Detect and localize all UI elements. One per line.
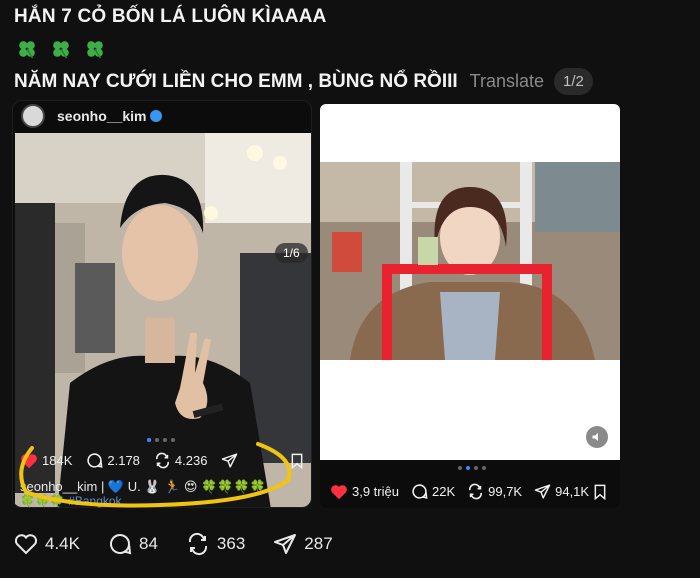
four-leaf-clover-icon [19, 41, 35, 59]
username[interactable]: seonho__kim [57, 108, 146, 124]
like-count: 184K [42, 453, 73, 468]
post-text-line3: NĂM NAY CƯỚI LIỀN CHO EMM , BÙNG NỔ RỒII… [14, 68, 593, 95]
caption-emoji: 🍀🍀🍀 [20, 494, 65, 508]
heart-outline-icon [14, 534, 38, 555]
carousel-dots [147, 438, 175, 442]
like-count: 3,9 triệu [352, 484, 399, 499]
post-like-button[interactable]: 4.4K [14, 533, 80, 555]
post-action-bar: 4.4K 84 363 287 [14, 532, 361, 556]
post-repost-button[interactable]: 363 [186, 532, 245, 556]
bookmark-icon [292, 453, 303, 469]
left-card-caption-line2: 🍀🍀🍀 #Bangkok [20, 494, 122, 508]
right-card-actions: 3,9 triệu 22K 99,7K 94,1K [330, 483, 607, 500]
post-text-line3-content: NĂM NAY CƯỚI LIỀN CHO EMM , BÙNG NỔ RỒII… [14, 70, 458, 92]
post-comment-count: 84 [138, 534, 158, 553]
comment-icon [109, 534, 132, 555]
repost-icon [155, 452, 169, 469]
heart-filled-icon [21, 453, 37, 468]
post-text-line1: HẮN 7 CỎ BỐN LÁ LUÔN KÌAAAA [14, 6, 327, 27]
like-button[interactable]: 184K [20, 453, 72, 469]
bookmark-button[interactable] [290, 453, 304, 469]
repost-icon [469, 483, 483, 500]
share-count: 94,1K [555, 484, 590, 499]
photo-counter-badge: 1/6 [275, 243, 308, 263]
share-button[interactable]: 94,1K [534, 483, 589, 500]
comment-icon [412, 484, 428, 499]
clover-emoji-row [16, 38, 106, 60]
repost-button[interactable]: 4.236 [154, 452, 208, 469]
bookmark-button[interactable] [593, 484, 607, 500]
four-leaf-clover-icon [87, 41, 103, 59]
post-share-button[interactable]: 287 [273, 532, 333, 556]
share-button[interactable] [221, 452, 238, 469]
repost-icon [188, 532, 207, 556]
comment-button[interactable]: 22K [411, 483, 455, 500]
heart-filled-icon [331, 484, 347, 499]
left-card-actions: 184K 2.178 4.236 [20, 452, 318, 469]
card-header: seonho__kim [13, 101, 311, 131]
comment-count: 2.178 [107, 453, 140, 468]
avatar[interactable] [21, 104, 45, 128]
post-repost-count: 363 [216, 534, 246, 553]
share-icon [534, 484, 551, 499]
comment-count: 22K [431, 484, 456, 499]
media-card-right[interactable] [320, 104, 620, 508]
like-button[interactable]: 3,9 triệu [330, 484, 399, 500]
repost-count: 99,7K [488, 484, 523, 499]
carousel-dots [458, 466, 486, 470]
post-like-count: 4.4K [45, 534, 80, 553]
post-comment-button[interactable]: 84 [108, 532, 158, 556]
hashtag-link[interactable]: #Bangkok [68, 494, 121, 508]
share-icon [274, 534, 297, 554]
post-share-count: 287 [304, 534, 333, 553]
repost-count: 4.236 [174, 453, 208, 468]
speaker-icon [592, 433, 598, 441]
media-card-left[interactable]: seonho__kim 1/6 [12, 100, 312, 508]
translate-link[interactable]: Translate [470, 71, 544, 92]
post-video[interactable] [320, 162, 620, 360]
verified-badge-icon [150, 110, 163, 122]
comment-icon [87, 453, 103, 468]
four-leaf-clover-icon [53, 41, 69, 59]
media-counter-badge: 1/2 [554, 68, 593, 95]
share-icon [222, 453, 238, 468]
comment-button[interactable]: 2.178 [86, 452, 140, 469]
bookmark-icon [594, 484, 606, 500]
repost-button[interactable]: 99,7K [467, 483, 522, 500]
mute-button[interactable] [586, 426, 608, 448]
left-card-caption: seonho__kim | 💙 U. 🐰 🏃 😍 🍀🍀🍀🍀 [20, 479, 266, 494]
